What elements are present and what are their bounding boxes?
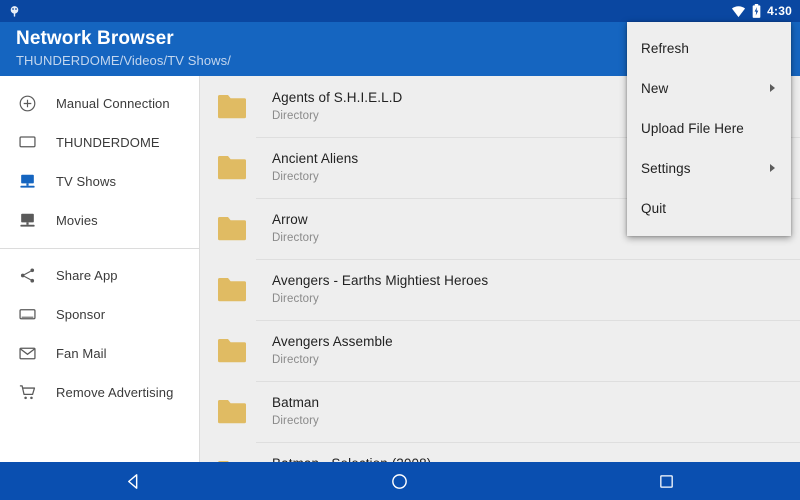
- battery-charging-icon: [752, 4, 761, 18]
- file-row-texts: Avengers Assemble Directory: [272, 333, 393, 368]
- home-circle-icon: [390, 472, 409, 491]
- back-triangle-icon: [124, 472, 143, 491]
- nav-back-button[interactable]: [103, 462, 163, 500]
- menu-item-refresh[interactable]: Refresh: [627, 28, 791, 68]
- sidebar-item-tv-shows[interactable]: TV Shows: [0, 162, 199, 201]
- folder-icon: [216, 397, 248, 427]
- menu-item-label: Upload File Here: [641, 121, 779, 136]
- sidebar-item-label: Manual Connection: [56, 96, 170, 111]
- file-type: Directory: [272, 413, 319, 429]
- menu-item-settings[interactable]: Settings: [627, 148, 791, 188]
- sidebar-item-label: Remove Advertising: [56, 385, 173, 400]
- sidebar-item-remove-advertising[interactable]: Remove Advertising: [0, 373, 199, 412]
- status-bar-notifications: [8, 5, 21, 18]
- sidebar-item-sponsor[interactable]: Sponsor: [0, 295, 199, 334]
- sidebar-item-label: TV Shows: [56, 174, 116, 189]
- network-plug-icon: [8, 5, 21, 18]
- sidebar-item-label: Share App: [56, 268, 118, 283]
- sidebar-item-label: THUNDERDOME: [56, 135, 160, 150]
- sidebar-item-manual-connection[interactable]: Manual Connection: [0, 84, 199, 123]
- status-bar-clock: 4:30: [767, 4, 792, 18]
- folder-icon: [216, 153, 248, 183]
- file-row-texts: Avengers - Earths Mightiest Heroes Direc…: [272, 272, 488, 307]
- file-type: Directory: [272, 230, 319, 246]
- folder-icon: [216, 92, 248, 122]
- file-type: Directory: [272, 352, 393, 368]
- folder-icon: [216, 214, 248, 244]
- file-name: Avengers Assemble: [272, 333, 393, 350]
- share-icon: [14, 264, 40, 288]
- sidebar-item-thunderdome[interactable]: THUNDERDOME: [0, 123, 199, 162]
- monitor-icon: [14, 131, 40, 155]
- sidebar-item-share-app[interactable]: Share App: [0, 256, 199, 295]
- file-type: Directory: [272, 169, 358, 185]
- plus-circle-icon: [14, 92, 40, 116]
- menu-item-new[interactable]: New: [627, 68, 791, 108]
- file-row-texts: Agents of S.H.I.E.L.D Directory: [272, 89, 402, 124]
- nav-home-button[interactable]: [370, 462, 430, 500]
- file-list-row[interactable]: Avengers Assemble Directory: [200, 320, 800, 381]
- file-row-texts: Batman Directory: [272, 394, 319, 429]
- file-row-texts: Batman - Selection (2008) Directory: [272, 455, 431, 462]
- sidebar-divider: [0, 248, 199, 249]
- chevron-right-icon: [770, 84, 775, 92]
- menu-item-label: New: [641, 81, 770, 96]
- server-display-icon: [14, 209, 40, 233]
- sidebar-item-movies[interactable]: Movies: [0, 201, 199, 240]
- file-name: Batman - Selection (2008): [272, 455, 431, 462]
- sidebar-item-label: Movies: [56, 213, 98, 228]
- recents-square-icon: [658, 473, 675, 490]
- menu-item-label: Quit: [641, 201, 779, 216]
- file-name: Ancient Aliens: [272, 150, 358, 167]
- wifi-icon: [731, 5, 746, 18]
- file-list-row[interactable]: Batman - Selection (2008) Directory: [200, 442, 800, 462]
- sidebar: Manual Connection THUNDERDOME: [0, 76, 200, 462]
- sidebar-item-fan-mail[interactable]: Fan Mail: [0, 334, 199, 373]
- cart-icon: [14, 381, 40, 405]
- chevron-right-icon: [770, 164, 775, 172]
- folder-icon: [216, 336, 248, 366]
- file-row-texts: Arrow Directory: [272, 211, 319, 246]
- file-list-row[interactable]: Batman Directory: [200, 381, 800, 442]
- file-name: Batman: [272, 394, 319, 411]
- sidebar-item-label: Fan Mail: [56, 346, 107, 361]
- status-bar: 4:30: [0, 0, 800, 22]
- card-icon: [14, 303, 40, 327]
- envelope-icon: [14, 342, 40, 366]
- overflow-menu: Refresh New Upload File Here Settings Qu…: [627, 22, 791, 236]
- status-bar-system: 4:30: [731, 4, 792, 18]
- app-root: 4:30 Network Browser THUNDERDOME/Videos/…: [0, 0, 800, 500]
- file-list-row[interactable]: Avengers - Earths Mightiest Heroes Direc…: [200, 259, 800, 320]
- file-name: Arrow: [272, 211, 319, 228]
- file-row-texts: Ancient Aliens Directory: [272, 150, 358, 185]
- nav-recents-button[interactable]: [637, 462, 697, 500]
- file-name: Avengers - Earths Mightiest Heroes: [272, 272, 488, 289]
- file-name: Agents of S.H.I.E.L.D: [272, 89, 402, 106]
- menu-item-label: Settings: [641, 161, 770, 176]
- menu-item-label: Refresh: [641, 41, 779, 56]
- file-type: Directory: [272, 291, 488, 307]
- server-display-icon: [14, 170, 40, 194]
- file-type: Directory: [272, 108, 402, 124]
- menu-item-upload-file-here[interactable]: Upload File Here: [627, 108, 791, 148]
- menu-item-quit[interactable]: Quit: [627, 188, 791, 228]
- sidebar-item-label: Sponsor: [56, 307, 105, 322]
- folder-icon: [216, 275, 248, 305]
- system-nav-bar: [0, 462, 800, 500]
